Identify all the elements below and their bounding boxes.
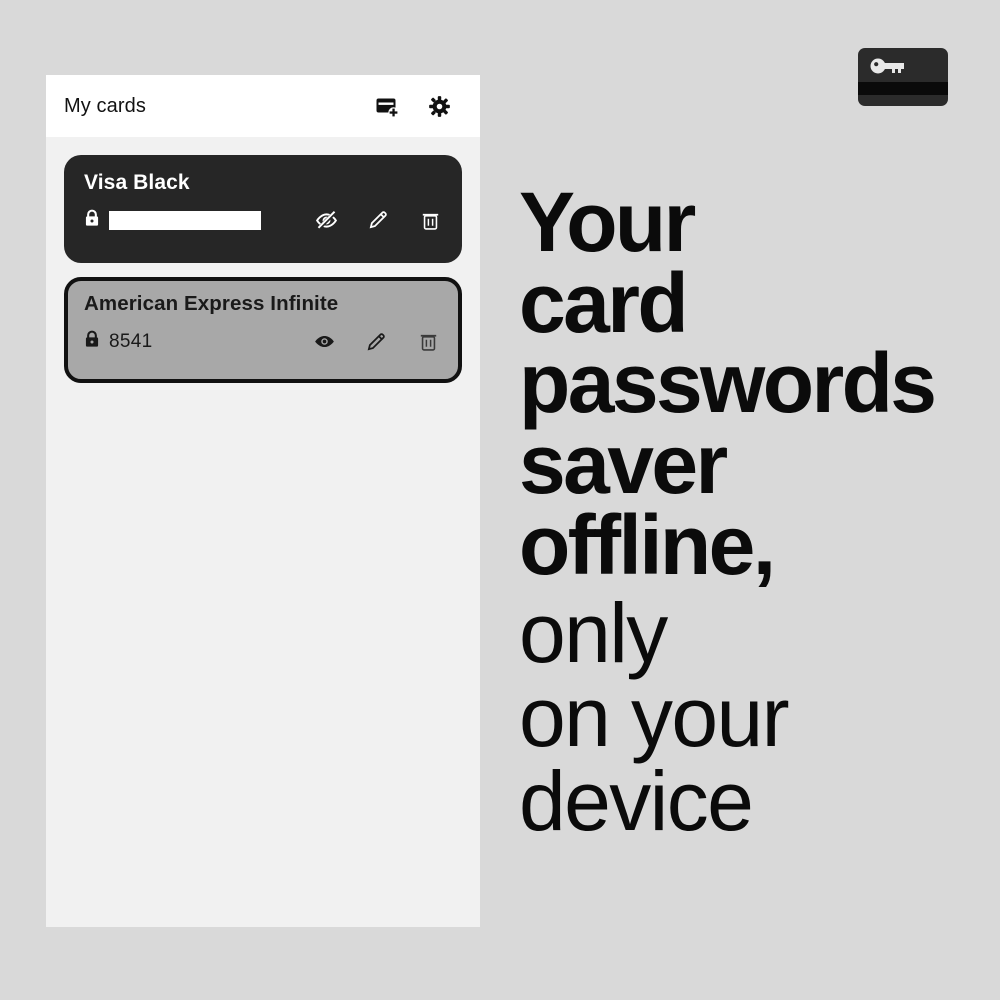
headline-line: Your [519, 175, 696, 269]
password-mask [109, 210, 261, 230]
password-value: 8541 [109, 330, 153, 352]
headline-line: passwords [519, 336, 937, 431]
edit-card-button[interactable] [364, 330, 388, 354]
app-bar-actions [374, 93, 466, 119]
card-key-app-icon [858, 48, 948, 106]
subheadline-line: on your [519, 670, 790, 765]
headline-line: saver [519, 416, 728, 511]
lock-icon [84, 330, 100, 353]
marketing-copy: Your card passwords saver offline, only … [519, 175, 979, 849]
magnetic-stripe [858, 82, 948, 95]
page-title: My cards [64, 94, 146, 117]
card-secret-row: 8541 [84, 330, 444, 354]
subheadline-line: device [519, 754, 754, 849]
headline-line: card [519, 255, 689, 350]
lock-icon [84, 209, 100, 232]
card-actions [312, 330, 444, 354]
card-title: American Express Infinite [84, 292, 339, 315]
card-secret [84, 209, 314, 232]
subheadline-line: only [519, 586, 668, 681]
add-card-button[interactable] [374, 93, 400, 119]
app-bar: My cards [46, 75, 480, 137]
card-list: Visa Black American Express Infinite 854… [46, 137, 480, 383]
card-item-visa-black[interactable]: Visa Black [64, 155, 462, 263]
key-icon [870, 57, 906, 75]
delete-card-button[interactable] [418, 208, 442, 232]
toggle-visibility-button[interactable] [312, 330, 336, 354]
headline-line: offline, [519, 497, 776, 592]
card-actions [314, 208, 446, 232]
delete-card-button[interactable] [416, 330, 440, 354]
phone-screen: My cards Visa Black American Express Inf… [46, 75, 480, 927]
toggle-visibility-button[interactable] [314, 208, 338, 232]
card-secret-row [84, 208, 446, 232]
edit-card-button[interactable] [366, 208, 390, 232]
card-item-amex-infinite[interactable]: American Express Infinite 8541 [64, 277, 462, 383]
card-secret: 8541 [84, 330, 312, 353]
card-title: Visa Black [84, 171, 190, 194]
settings-button[interactable] [426, 93, 452, 119]
